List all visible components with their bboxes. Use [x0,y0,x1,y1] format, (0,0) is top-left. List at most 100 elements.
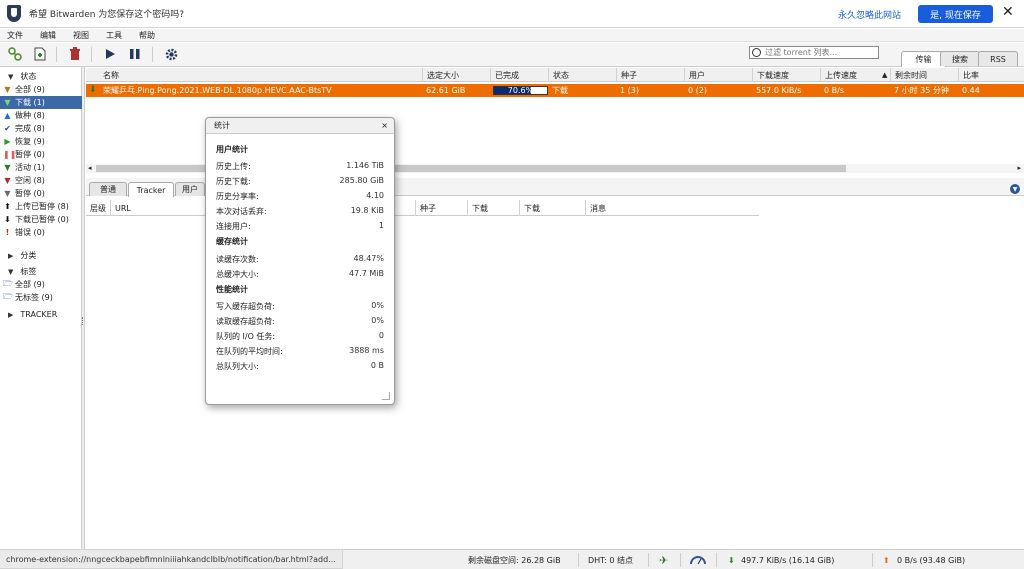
sidebar-item-downloading[interactable]: ▼ 下载 (1) [0,96,82,109]
resize-handle[interactable] [382,392,390,400]
folder-icon: 🗁 [3,291,13,301]
col-tier[interactable]: 层级 [86,200,110,216]
upload-speed[interactable]: 0 B/s (93.48 GiB) [897,550,965,569]
col-down-speed[interactable]: 下载速度 [752,68,820,82]
expand-right-icon: ▶ [8,251,14,260]
col-size[interactable]: 选定大小 [422,68,490,82]
add-link-icon[interactable] [8,47,22,61]
download-icon: ▼ [4,98,11,107]
bitwarden-notification-bar: 希望 Bitwarden 为您保存这个密码吗? 永久忽略此网站 是, 现在保存 … [0,0,1024,28]
toolbar: 传输 搜索 RSS [0,43,1024,67]
close-icon[interactable]: × [381,121,388,130]
col-status[interactable]: 状态 [548,68,616,82]
scroll-left-icon[interactable]: ◂ [88,164,92,172]
tab-peers[interactable]: 用户 [175,182,205,196]
user-stats-header: 用户统计 [216,145,248,154]
bitwarden-shield-icon [7,5,21,22]
never-save-link[interactable]: 永久忽略此网站 [838,8,901,21]
speed-limit-icon[interactable] [690,550,706,569]
progress-bar: 70.6% [493,86,548,95]
sidebar-tag-untagged[interactable]: 🗁 无标签 (9) [0,291,82,304]
col-tracker-leechers[interactable]: 下载 [467,200,519,216]
delete-icon[interactable] [68,47,82,61]
torrent-status: 下载 [552,86,568,95]
torrent-up-speed: 0 B/s [824,86,844,95]
sidebar-item-seeding[interactable]: ▲ 做种 (8) [0,109,82,122]
sidebar-item-all[interactable]: ▼ 全部 (9) [0,83,82,96]
stat-row: 读缓存次数: 48.47% [216,254,384,264]
close-icon[interactable]: ✕ [1002,4,1014,20]
stat-row: 连接用户: 1 [216,221,384,231]
col-tracker-message[interactable]: 消息 [585,200,759,216]
perf-stats-header: 性能统计 [216,285,248,294]
expand-down-icon: ▼ [8,267,14,276]
stat-row: 历史上传: 1.146 TiB [216,161,384,171]
tab-search[interactable]: 搜索 [940,51,980,66]
dht-nodes: DHT: 0 结点 [588,555,634,565]
menu-file[interactable]: 文件 [7,30,23,41]
sidebar-item-inactive[interactable]: ▼ 空闲 (8) [0,174,82,187]
col-seeds[interactable]: 种子 [616,68,684,82]
col-up-speed[interactable]: 上传速度 [820,68,888,82]
col-name[interactable]: 名称 [99,68,422,82]
connection-status-icon[interactable]: ✈ [659,550,668,569]
pause-icon[interactable] [128,47,142,61]
torrent-ratio: 0.44 [962,86,980,95]
downloading-state-icon: ⬇ [89,85,97,95]
scroll-right-icon[interactable]: ▸ [1017,164,1021,172]
col-tracker-downloaded[interactable]: 下载 [519,200,585,216]
sidebar-item-errored[interactable]: ! 错误 (0) [0,226,82,239]
col-peers[interactable]: 用户 [684,68,752,82]
sidebar-item-completed[interactable]: ✔ 完成 (8) [0,122,82,135]
download-speed[interactable]: 497.7 KiB/s (16.14 GiB) [741,550,834,569]
category-section-header[interactable]: ▶ 分类 [0,249,82,262]
col-progress[interactable]: 已完成 [490,68,548,82]
torrent-name: 荣耀乒乓.Ping.Pong.2021.WEB-DL.1080p.HEVC.AA… [103,86,332,95]
table-row[interactable]: ⬇ 荣耀乒乓.Ping.Pong.2021.WEB-DL.1080p.HEVC.… [86,84,1024,97]
tab-trackers[interactable]: Tracker [128,182,174,197]
stat-row: 本次对话丢弃: 19.8 KiB [216,206,384,216]
statistics-dialog: 统计 × 用户统计 历史上传: 1.146 TiB 历史下载: 285.80 GiB… [205,117,395,405]
sidebar-item-active[interactable]: ▼ 活动 (1) [0,161,82,174]
play-icon: ▶ [4,137,11,146]
sidebar-splitter[interactable] [82,67,85,549]
save-password-button[interactable]: 是, 现在保存 [918,5,993,23]
torrent-size: 62.61 GiB [426,86,466,95]
sidebar-item-stalled[interactable]: ▼ 暂停 (0) [0,187,82,200]
folder-icon: 🗁 [3,278,13,288]
col-tracker-seeds[interactable]: 种子 [415,200,467,216]
sidebar-item-upload-paused[interactable]: ⬆ 上传已暂停 (8) [0,200,82,213]
torrent-filter-search[interactable] [749,46,879,59]
sort-up-icon: ▲ [882,71,888,79]
torrent-down-speed: 557.0 KiB/s [756,86,802,95]
menu-view[interactable]: 视图 [73,30,89,41]
add-torrent-file-icon[interactable] [33,47,47,61]
progress-label: 70.6% [507,86,534,95]
menu-help[interactable]: 帮助 [139,30,155,41]
pause-icon: ❚❚ [3,150,17,159]
stat-row: 总缓冲大小: 47.7 MiB [216,269,384,279]
sidebar-tag-all[interactable]: 🗁 全部 (9) [0,278,82,291]
sidebar-item-download-paused[interactable]: ⬇ 下载已暂停 (0) [0,213,82,226]
search-input[interactable] [765,48,870,57]
tracker-section-header[interactable]: ▶ TRACKER [0,308,82,321]
sidebar-item-paused[interactable]: ❚❚ 暂停 (0) [0,148,82,161]
dialog-titlebar[interactable]: 统计 × [206,118,394,134]
tracker-table-header: 层级 URL 种子 下载 下载 消息 [86,200,759,216]
filter-icon: ▼ [4,163,11,172]
settings-gear-icon[interactable] [164,47,178,61]
status-section-header[interactable]: ▼ 状态 [0,70,82,83]
col-eta[interactable]: 剩余时间 [890,68,958,82]
tag-section-header[interactable]: ▼ 标签 [0,265,82,278]
tab-general[interactable]: 普通 [89,182,127,196]
tab-rss[interactable]: RSS [978,51,1018,66]
col-ratio[interactable]: 比率 [958,68,1024,82]
check-icon: ✔ [4,124,11,133]
menu-tools[interactable]: 工具 [106,30,122,41]
stat-row: 历史分享率: 4.10 [216,191,384,201]
resume-icon[interactable] [103,47,117,61]
sidebar-item-resumed[interactable]: ▶ 恢复 (9) [0,135,82,148]
collapse-panel-icon[interactable]: ▼ [1010,184,1020,194]
menu-edit[interactable]: 编辑 [40,30,56,41]
error-icon: ! [5,228,10,237]
